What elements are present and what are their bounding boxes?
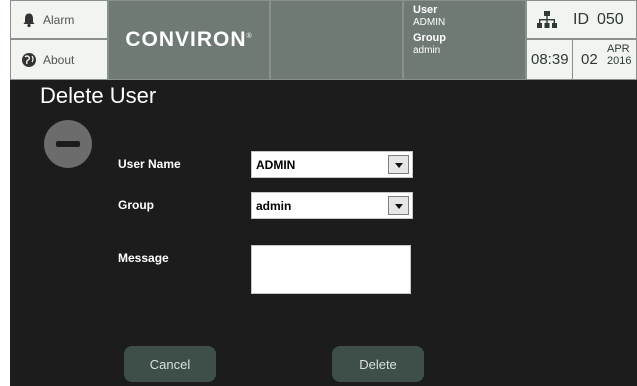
delete-button[interactable]: Delete [332,346,424,382]
chevron-down-icon[interactable] [388,155,409,174]
user-value: ADMIN [413,17,446,28]
group-value: admin [413,45,441,56]
alarm-label: Alarm [43,12,75,27]
group-key: Group [413,32,446,44]
time-value: 08:39 [531,51,569,68]
conviron-logo: CONVIRON® [125,28,253,51]
group-select[interactable]: admin [251,192,413,219]
user-name-label: User Name [118,157,181,171]
message-field[interactable] [251,245,411,294]
id-label: ID [573,10,589,28]
cancel-button[interactable]: Cancel [124,346,216,382]
about-label: About [43,52,75,67]
user-info: User ADMIN Group admin [403,0,526,80]
user-key: User [413,4,438,16]
page-title: Delete User [40,83,157,108]
user-name-value: ADMIN [256,158,296,172]
month-value: APR [607,43,630,55]
clock-divider [572,40,573,79]
logo-cell: CONVIRON® [108,0,270,80]
bell-icon [21,12,37,28]
alarm-button[interactable]: Alarm [10,0,108,39]
clock: 08:39 02 APR 2016 [526,39,637,80]
chamber-id[interactable]: ID 050 [526,0,637,39]
chevron-down-icon[interactable] [388,196,409,215]
about-button[interactable]: About [10,39,108,80]
group-label: Group [118,198,154,212]
group-select-value: admin [256,199,292,213]
user-name-select[interactable]: ADMIN [251,151,413,178]
year-value: 2016 [607,55,632,67]
day-value: 02 [581,51,598,68]
message-label: Message [118,251,169,265]
globe-icon [21,52,37,68]
id-value: 050 [597,10,624,28]
minus-circle-icon [44,120,92,168]
header-bar: Alarm About CONVIRON® User ADMIN Group a… [10,0,637,80]
network-icon [537,10,557,29]
header-spacer [270,0,403,80]
app-panel: Alarm About CONVIRON® User ADMIN Group a… [10,0,637,386]
